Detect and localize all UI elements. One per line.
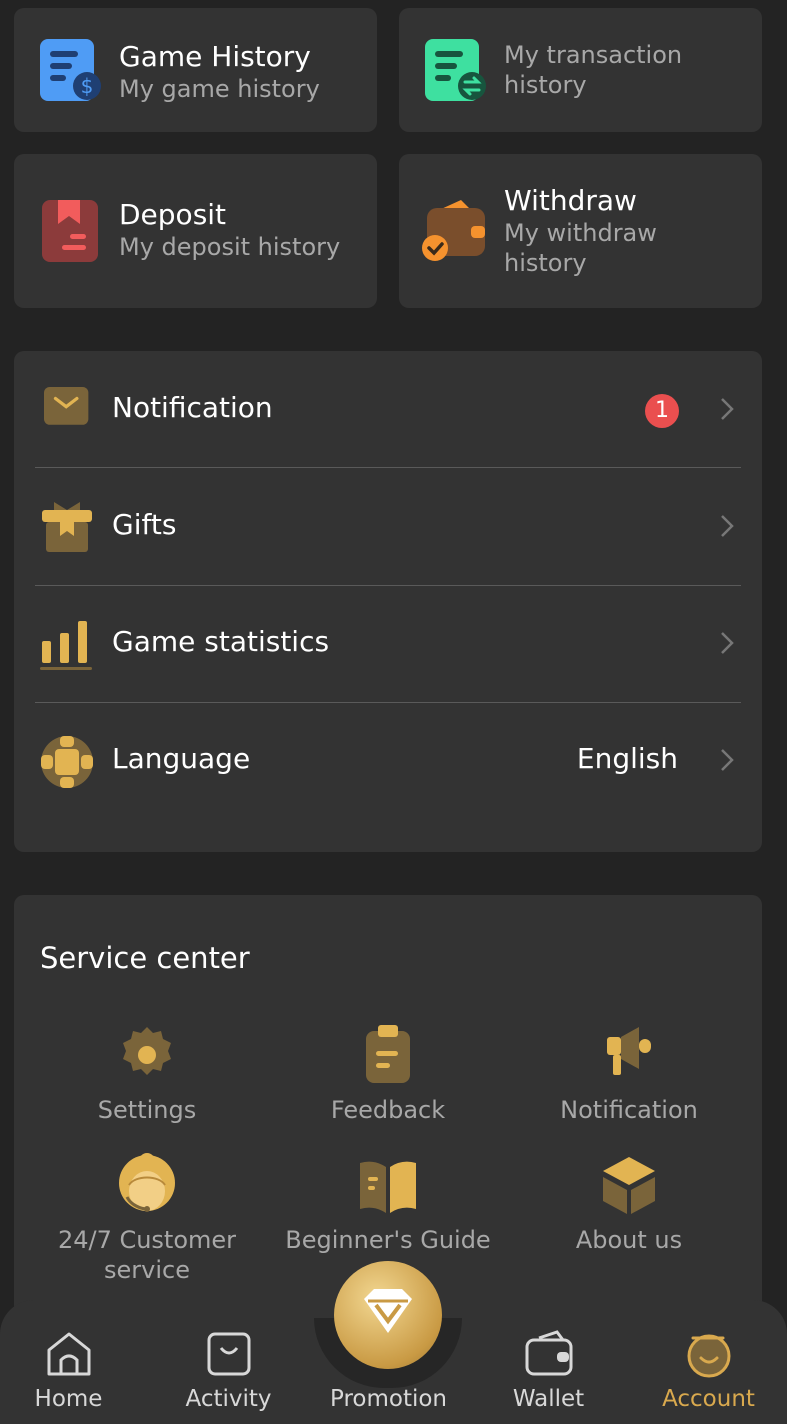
service-label: 24/7 Customer service xyxy=(57,1226,237,1284)
tab-home[interactable]: Home xyxy=(0,1300,147,1424)
chevron-right-icon xyxy=(721,749,734,771)
tab-activity[interactable]: Activity xyxy=(150,1300,307,1424)
clipboard-icon xyxy=(366,1025,410,1083)
tile-deposit[interactable]: Deposit My deposit history xyxy=(14,154,377,308)
menu-item-language[interactable]: Language English xyxy=(14,702,762,819)
customer-service-icon xyxy=(119,1153,175,1212)
globe-icon xyxy=(41,736,93,788)
game-history-icon: $ xyxy=(40,39,101,101)
wallet-icon xyxy=(525,1330,572,1376)
service-label: About us xyxy=(575,1226,683,1254)
menu-item-gifts[interactable]: Gifts xyxy=(14,468,762,585)
chevron-right-icon xyxy=(721,515,734,537)
tile-title: Withdraw xyxy=(504,184,637,217)
box-icon xyxy=(603,1157,655,1214)
service-settings[interactable]: Settings xyxy=(27,1023,267,1125)
service-label: Notification xyxy=(560,1096,698,1124)
service-feedback[interactable]: Feedback xyxy=(268,1023,508,1125)
service-beginners-guide[interactable]: Beginner's Guide xyxy=(268,1153,508,1255)
tab-label: Promotion xyxy=(329,1386,448,1412)
service-label: Beginner's Guide xyxy=(285,1226,491,1254)
tile-withdraw[interactable]: Withdraw My withdraw history xyxy=(399,154,762,308)
tile-title: Game History xyxy=(119,40,311,73)
gear-icon xyxy=(123,1027,171,1075)
chevron-right-icon xyxy=(721,398,734,420)
transaction-icon xyxy=(425,39,486,101)
home-icon xyxy=(47,1332,90,1376)
tile-subtitle: My game history xyxy=(119,75,320,103)
notification-count-badge: 1 xyxy=(645,394,679,428)
svg-text:$: $ xyxy=(81,74,94,98)
tile-game-history[interactable]: $ Game History My game history xyxy=(14,8,377,132)
account-icon xyxy=(687,1334,730,1378)
megaphone-icon xyxy=(607,1027,651,1075)
menu-item-game-statistics[interactable]: Game statistics xyxy=(14,585,762,702)
service-about-us[interactable]: About us xyxy=(509,1153,749,1255)
tab-label: Account xyxy=(662,1386,755,1412)
diamond-icon xyxy=(364,1289,412,1333)
bar-chart-icon xyxy=(40,621,92,670)
service-label: Feedback xyxy=(330,1096,446,1124)
tab-label: Wallet xyxy=(512,1386,585,1412)
deposit-icon xyxy=(42,200,98,262)
service-center: Service center Settings Feedback Notific… xyxy=(14,895,762,1315)
envelope-icon xyxy=(44,387,89,425)
section-title: Service center xyxy=(40,941,250,975)
tile-title: Deposit xyxy=(119,198,227,231)
menu-item-notification[interactable]: Notification 1 xyxy=(14,351,762,468)
tab-wallet[interactable]: Wallet xyxy=(470,1300,627,1424)
wallet-withdraw-icon xyxy=(422,200,485,261)
menu-label: Gifts xyxy=(112,508,177,541)
menu-label: Notification xyxy=(112,391,273,424)
tile-transaction-history[interactable]: My transaction history xyxy=(399,8,762,132)
tile-subtitle: My transaction history xyxy=(504,41,683,99)
tile-subtitle: My withdraw history xyxy=(504,219,657,277)
menu-label: Language xyxy=(112,742,251,775)
tab-label: Home xyxy=(34,1386,103,1412)
menu-label: Game statistics xyxy=(112,625,330,658)
activity-icon xyxy=(207,1332,250,1376)
tile-subtitle: My deposit history xyxy=(119,233,341,261)
service-customer-service[interactable]: 24/7 Customer service xyxy=(27,1153,267,1285)
chevron-right-icon xyxy=(721,632,734,654)
tab-account[interactable]: Account xyxy=(630,1300,787,1424)
tab-label: Activity xyxy=(185,1386,272,1412)
settings-menu: Notification 1 Gifts Game statistics Lan… xyxy=(14,351,762,852)
service-notification[interactable]: Notification xyxy=(509,1023,749,1125)
service-label: Settings xyxy=(97,1096,197,1124)
gift-icon xyxy=(42,502,92,552)
promotion-center-button[interactable] xyxy=(334,1261,442,1369)
book-icon xyxy=(360,1161,416,1213)
language-value: English xyxy=(576,742,678,775)
